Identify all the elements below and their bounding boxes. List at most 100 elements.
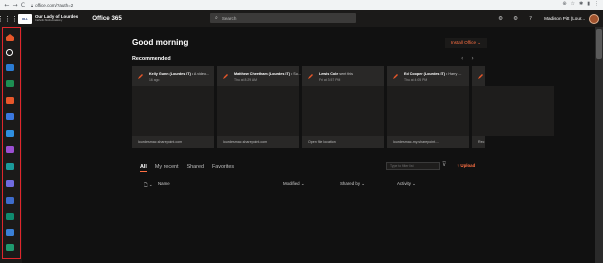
extensions-puzzle-icon[interactable]: ✱ (579, 1, 583, 7)
card-preview (302, 86, 384, 136)
extension-icon[interactable]: ⊕ (562, 1, 566, 7)
card-preview (387, 86, 469, 136)
card-location[interactable]: Rec (478, 140, 484, 144)
card-action: • A video... (190, 72, 210, 76)
card-location[interactable]: Open file location (308, 140, 336, 144)
browser-toolbar: ← → C 🔒︎ office.com/?auth=2 ⊕ ☆ ✱ ▮ ⋮ (0, 0, 603, 10)
card-time: Thu at 8:29 AM (234, 78, 257, 82)
card-preview (472, 86, 554, 136)
card-action: • Harry ... (444, 72, 462, 76)
tab-shared[interactable]: Shared (187, 164, 204, 172)
url-text: office.com/?auth=2 (35, 2, 74, 8)
app-launcher-icon[interactable]: ⋮⋮⋮ (0, 10, 18, 27)
outlook-icon[interactable] (6, 64, 14, 71)
browser-menu-icon[interactable]: ⋮ (594, 1, 599, 7)
edit-activity-icon (138, 74, 143, 79)
recommended-card[interactable]: Lewis Cole sent this Fri at 3:57 PM Open f… (302, 66, 384, 148)
file-table-header: 🗋 ⌄ Name Modified ⌄ Shared by ⌄ Activity… (140, 181, 490, 189)
recommended-card[interactable]: Rec (472, 66, 554, 148)
column-shared-by[interactable]: Shared by ⌄ (340, 181, 365, 187)
sway-icon[interactable] (6, 213, 14, 220)
recommended-card[interactable]: Matthew Cheetham (Lourdes IT) • Su... Thu… (217, 66, 301, 148)
address-bar[interactable]: 🔒︎ office.com/?auth=2 (31, 1, 561, 9)
column-activity[interactable]: Activity ⌄ (397, 181, 416, 187)
org-name[interactable]: Our Lady of Lourdes Catholic Multi-Acade… (35, 14, 78, 23)
file-type-column-icon[interactable]: 🗋 ⌄ (144, 181, 153, 189)
card-author-name: Matthew Cheetham (Lourdes IT) (234, 72, 290, 76)
powerpoint-icon[interactable] (6, 97, 14, 104)
tab-all[interactable]: All (140, 164, 147, 172)
browser-actions: ⊕ ☆ ✱ ▮ ⋮ (562, 1, 599, 7)
teams-icon[interactable] (6, 180, 14, 187)
rail-highlight-box (2, 27, 21, 259)
app-name[interactable]: Office 365 (92, 15, 122, 22)
card-time: Thu at 4:05 PM (404, 78, 428, 82)
card-time: Fri at 3:57 PM (319, 78, 341, 82)
sharepoint-icon[interactable] (6, 163, 14, 170)
settings-icon[interactable]: ⚙ (508, 16, 523, 22)
yammer-icon[interactable] (6, 197, 14, 204)
previous-arrow-icon[interactable]: ‹ (461, 55, 463, 62)
card-author: Matthew Cheetham (Lourdes IT) • Su... (234, 72, 301, 76)
onenote-icon[interactable] (6, 146, 14, 153)
card-author: Lewis Cole sent this (319, 72, 353, 76)
org-logo[interactable]: OLL (18, 13, 32, 24)
tab-my-recent[interactable]: My recent (155, 164, 179, 172)
upload-button[interactable]: ↑ Upload (457, 163, 475, 168)
edit-activity-icon (308, 74, 313, 79)
create-icon[interactable] (6, 49, 13, 56)
stream-icon[interactable] (6, 229, 14, 236)
profile-icon[interactable]: ▮ (587, 1, 590, 7)
reload-icon[interactable]: C (19, 1, 27, 9)
filter-icon[interactable]: ⊽ (442, 161, 446, 168)
search-placeholder: Search (221, 15, 237, 21)
card-author-name: Kelly Gunn (Lourdes IT) (149, 72, 191, 76)
avatar[interactable] (589, 13, 599, 24)
card-author-name: Ed Cooper (Lourdes IT) (404, 72, 445, 76)
scrollbar[interactable] (595, 27, 603, 263)
excel-icon[interactable] (6, 80, 14, 87)
back-icon[interactable]: ← (3, 1, 11, 9)
edit-activity-icon (223, 74, 228, 79)
lock-icon: 🔒︎ (31, 2, 34, 8)
office-header: ⋮⋮⋮ OLL Our Lady of Lourdes Catholic Mul… (0, 10, 603, 27)
search-box[interactable]: ⌕ Search (210, 13, 356, 23)
card-preview (217, 86, 299, 136)
search-icon: ⌕ (215, 15, 218, 21)
recommended-heading: Recommended (132, 56, 171, 62)
recommended-card[interactable]: Kelly Gunn (Lourdes IT) • A video... 16 a… (132, 66, 214, 148)
org-name-line2: Catholic Multi-Academy (35, 18, 63, 22)
edit-activity-icon (393, 74, 398, 79)
card-location[interactable]: lourdesmac.sharepoint.com (223, 140, 267, 144)
card-location[interactable]: lourdesmac.sharepoint.com (138, 140, 182, 144)
edit-activity-icon (478, 74, 483, 79)
card-preview (132, 86, 214, 136)
filter-input[interactable]: Type to filter list (386, 162, 440, 170)
tab-favorites[interactable]: Favorites (212, 164, 234, 172)
card-action: sent this (338, 72, 354, 76)
onedrive-icon[interactable] (6, 130, 14, 137)
card-author: Kelly Gunn (Lourdes IT) • A video... (149, 72, 209, 76)
card-author: Ed Cooper (Lourdes IT) • Harry ... (404, 72, 461, 76)
card-author-name: Lewis Cole (319, 72, 339, 76)
forward-icon[interactable]: → (11, 1, 19, 9)
help-icon[interactable]: ? (523, 16, 538, 22)
carousel-controls: ‹ › (461, 55, 474, 62)
skype-icon[interactable]: ⚙ (493, 16, 508, 22)
greeting-heading: Good morning (132, 38, 189, 47)
user-name[interactable]: Madison Pitt (Lour... (544, 16, 585, 21)
install-office-button[interactable]: Install Office ⌄ (445, 38, 487, 48)
card-action: • Su... (289, 72, 301, 76)
header-actions: ⚙ ⚙ ? Madison Pitt (Lour... (493, 10, 603, 27)
card-time: 16 ago (149, 78, 160, 82)
word-icon[interactable] (6, 113, 14, 120)
file-tabs: All My recent Shared Favorites (140, 164, 234, 172)
recommended-card[interactable]: Ed Cooper (Lourdes IT) • Harry ... Thu at… (387, 66, 469, 148)
planner-icon[interactable] (6, 244, 14, 251)
next-arrow-icon[interactable]: › (471, 55, 473, 62)
column-name[interactable]: Name (158, 181, 170, 186)
card-location[interactable]: lourdesmac-my.sharepoint.... (393, 140, 439, 144)
scrollbar-thumb[interactable] (596, 29, 602, 59)
column-modified[interactable]: Modified ⌄ (283, 181, 305, 187)
bookmark-star-icon[interactable]: ☆ (571, 1, 575, 7)
